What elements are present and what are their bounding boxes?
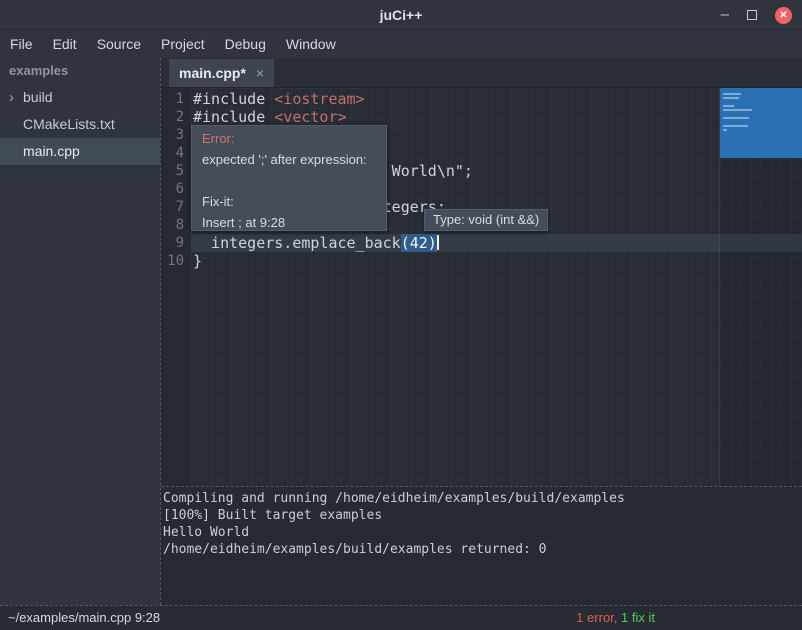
code-line-current[interactable]: integers.emplace_back(42) bbox=[191, 234, 802, 252]
line-number: 4 bbox=[161, 144, 184, 162]
line-number: 8 bbox=[161, 216, 184, 234]
minimap-line bbox=[723, 129, 727, 131]
menu-file[interactable]: File bbox=[0, 32, 43, 56]
file-tree-sidebar: examples › build CMakeLists.txt main.cpp bbox=[0, 58, 160, 605]
status-error-count: 1 error, bbox=[576, 610, 617, 625]
terminal-line: /home/eidheim/examples/build/examples re… bbox=[163, 541, 802, 558]
tree-item-label: build bbox=[23, 89, 53, 105]
tab-close-icon[interactable]: × bbox=[256, 65, 264, 81]
tree-item-maincpp[interactable]: main.cpp bbox=[0, 138, 160, 165]
code-token: #include bbox=[193, 108, 274, 126]
minimap-line bbox=[723, 117, 749, 119]
window-title: juCi++ bbox=[0, 0, 802, 30]
minimap-line bbox=[723, 109, 752, 111]
terminal-line: Hello World bbox=[163, 524, 802, 541]
menu-debug[interactable]: Debug bbox=[215, 32, 276, 56]
code-token-highlighted-args: (42) bbox=[401, 234, 437, 252]
error-tooltip-message: expected ';' after expression: bbox=[202, 149, 376, 170]
code-line[interactable]: } bbox=[191, 252, 802, 270]
line-number: 5 bbox=[161, 162, 184, 180]
error-tooltip-spacer bbox=[202, 170, 376, 191]
tree-item-build[interactable]: › build bbox=[0, 84, 160, 111]
line-number: 7 bbox=[161, 198, 184, 216]
build-output-terminal: Compiling and running /home/eidheim/exam… bbox=[161, 486, 802, 605]
window-controls: – ✕ bbox=[721, 0, 792, 30]
minimap-line bbox=[723, 93, 741, 95]
status-file-location: ~/examples/main.cpp 9:28 bbox=[8, 606, 160, 630]
source-editor: 1 2 3 4 5 6 7 8 9 10 #include <iostream>… bbox=[161, 88, 802, 486]
line-number: 1 bbox=[161, 90, 184, 108]
tree-item-cmakelists[interactable]: CMakeLists.txt bbox=[0, 111, 160, 138]
tree-item-label: CMakeLists.txt bbox=[23, 116, 115, 132]
error-tooltip: Error: expected ';' after expression: Fi… bbox=[191, 125, 387, 231]
code-minimap[interactable] bbox=[720, 88, 802, 158]
status-diagnostics: 1 error, 1 fix it bbox=[576, 606, 655, 630]
fixit-label: Fix-it: bbox=[202, 191, 376, 212]
tab-maincpp[interactable]: main.cpp* × bbox=[169, 59, 274, 87]
statusbar: ~/examples/main.cpp 9:28 1 error, 1 fix … bbox=[0, 605, 802, 630]
line-number: 9 bbox=[161, 234, 184, 252]
code-token: integers.emplace_back bbox=[193, 234, 401, 252]
code-line[interactable]: #include <vector> bbox=[191, 108, 802, 126]
minimap-line bbox=[723, 105, 734, 107]
tab-label: main.cpp* bbox=[179, 65, 246, 81]
menu-project[interactable]: Project bbox=[151, 32, 215, 56]
text-cursor bbox=[437, 235, 439, 250]
minimap-line bbox=[723, 125, 748, 127]
terminal-line: Compiling and running /home/eidheim/exam… bbox=[163, 490, 802, 507]
tree-item-label: main.cpp bbox=[23, 143, 80, 159]
code-token-header: <vector> bbox=[274, 108, 346, 126]
line-number: 10 bbox=[161, 252, 184, 270]
line-number: 6 bbox=[161, 180, 184, 198]
menu-edit[interactable]: Edit bbox=[43, 32, 87, 56]
code-token-header: <iostream> bbox=[274, 90, 364, 108]
menubar: File Edit Source Project Debug Window bbox=[0, 30, 802, 58]
error-tooltip-title: Error: bbox=[202, 128, 376, 149]
menu-window[interactable]: Window bbox=[276, 32, 346, 56]
minimap-line bbox=[723, 97, 739, 99]
line-number-gutter: 1 2 3 4 5 6 7 8 9 10 bbox=[161, 88, 191, 486]
project-folder-label: examples bbox=[0, 58, 160, 84]
minimize-button-icon[interactable]: – bbox=[721, 10, 729, 20]
code-token: #include bbox=[193, 90, 274, 108]
chevron-right-icon[interactable]: › bbox=[9, 84, 14, 111]
line-number: 2 bbox=[161, 108, 184, 126]
restore-button-icon[interactable] bbox=[747, 10, 757, 20]
tabbar: main.cpp* × bbox=[161, 58, 802, 88]
terminal-line: [100%] Built target examples bbox=[163, 507, 802, 524]
status-fixit-count: 1 fix it bbox=[621, 610, 655, 625]
editor-pane: main.cpp* × 1 2 3 4 5 6 7 8 9 10 #includ… bbox=[160, 58, 802, 605]
fixit-text: Insert ; at 9:28 bbox=[202, 212, 376, 233]
titlebar: juCi++ – ✕ bbox=[0, 0, 802, 30]
menu-source[interactable]: Source bbox=[87, 32, 151, 56]
type-tooltip: Type: void (int &&) bbox=[424, 209, 548, 231]
line-number: 3 bbox=[161, 126, 184, 144]
close-button-icon[interactable]: ✕ bbox=[775, 7, 792, 24]
code-line[interactable]: #include <iostream> bbox=[191, 90, 802, 108]
